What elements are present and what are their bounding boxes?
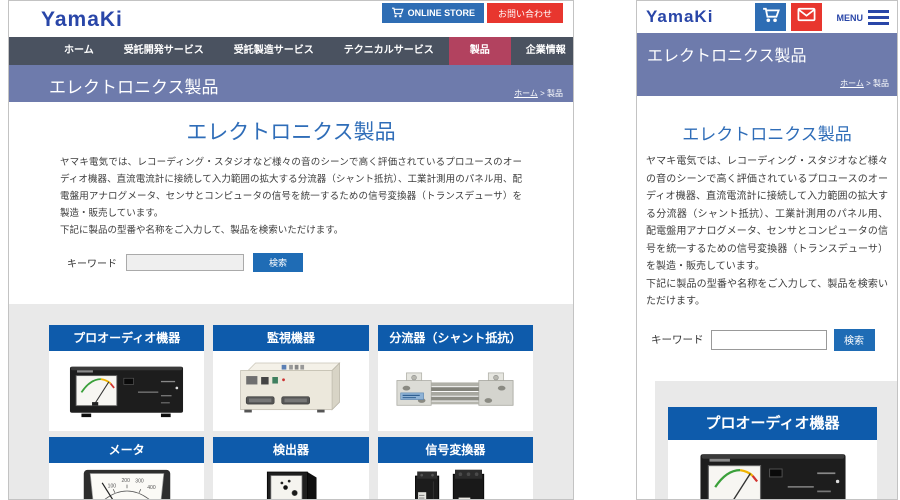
hamburger-icon xyxy=(868,10,889,25)
nav-item-development[interactable]: 受託開発サービス xyxy=(109,37,219,65)
product-link-pro-audio[interactable]: プロオーディオ機器 xyxy=(49,325,205,352)
breadcrumb-current: 製品 xyxy=(547,89,563,98)
intro-text: ヤマキ電気では、レコーディング・スタジオなど様々の音のシーンで高く評価されている… xyxy=(60,154,522,239)
svg-text:100: 100 xyxy=(107,484,116,490)
product-card-monitoring: 監視機器 xyxy=(213,325,369,432)
intro-paragraph-1: ヤマキ電気では、レコーディング・スタジオなど様々の音のシーンで高く評価されている… xyxy=(60,157,522,220)
logo[interactable]: YamaKi xyxy=(41,8,123,32)
product-link-shunt[interactable]: 分流器（シャント抵抗） xyxy=(377,325,533,352)
nav-item-company[interactable]: 企業情報 xyxy=(511,37,573,65)
product-image-pro-audio xyxy=(668,439,877,499)
product-link-monitoring[interactable]: 監視機器 xyxy=(213,325,369,352)
nav-item-products[interactable]: 製品 xyxy=(448,37,511,65)
keyword-label: キーワード xyxy=(651,334,704,346)
products-section: プロオーディオ機器 xyxy=(655,380,897,499)
contact-button[interactable]: お問い合わせ xyxy=(486,3,563,23)
products-section: プロオーディオ機器 xyxy=(9,304,573,499)
search-form: キーワード 検索 xyxy=(651,328,897,351)
product-image-meter: 100 200 300 400 mA xyxy=(49,463,205,499)
mobile-view: YamaKi MENU エレクトロニクス製品 ホーム > 製品 エレクトロニクス… xyxy=(636,0,898,500)
search-button[interactable]: 検索 xyxy=(253,253,303,273)
product-image-shunt xyxy=(377,351,533,432)
mail-button[interactable] xyxy=(791,3,822,31)
banner-title: エレクトロニクス製品 xyxy=(49,78,219,97)
product-link-converter[interactable]: 信号変換器 xyxy=(377,437,533,464)
product-card-detector: 検出器 xyxy=(213,437,369,499)
desktop-header: YamaKi ONLINE STORE お問い合わせ xyxy=(9,1,573,37)
logo[interactable]: YamaKi xyxy=(646,7,713,27)
product-card-pro-audio: プロオーディオ機器 xyxy=(49,325,205,432)
cart-icon xyxy=(762,7,780,28)
breadcrumb-separator: > xyxy=(540,89,545,98)
search-button[interactable]: 検索 xyxy=(833,328,875,351)
product-card-pro-audio: プロオーディオ機器 xyxy=(668,406,877,499)
product-image-pro-audio xyxy=(49,351,205,432)
mobile-header: YamaKi MENU xyxy=(637,1,897,33)
mail-icon xyxy=(797,7,816,27)
online-store-label: ONLINE STORE xyxy=(407,8,475,18)
banner-title: エレクトロニクス製品 xyxy=(647,48,807,65)
menu-button[interactable]: MENU xyxy=(836,10,889,25)
svg-text:200: 200 xyxy=(121,478,130,484)
intro-paragraph-1: ヤマキ電気では、レコーディング・スタジオなど様々の音のシーンで高く評価されている… xyxy=(646,156,888,272)
page-title: エレクトロニクス製品 xyxy=(186,121,396,144)
breadcrumb-separator: > xyxy=(866,79,871,88)
product-link-detector[interactable]: 検出器 xyxy=(213,437,369,464)
contact-label: お問い合わせ xyxy=(497,8,552,19)
product-card-converter: 信号変換器 xyxy=(377,437,533,499)
products-grid: プロオーディオ機器 監視機器 分流器（シャント抵抗） メータ 100 200 3… xyxy=(49,325,533,499)
search-form: キーワード 検索 xyxy=(67,253,573,273)
breadcrumb: ホーム > 製品 xyxy=(840,78,889,89)
product-card-shunt: 分流器（シャント抵抗） xyxy=(377,325,533,432)
main-nav: ホーム 受託開発サービス 受託製造サービス テクニカルサービス 製品 企業情報 … xyxy=(9,37,573,65)
screenshot-canvas: YamaKi ONLINE STORE お問い合わせ ホーム 受託開発サービス … xyxy=(0,0,900,500)
cart-icon xyxy=(391,7,404,20)
header-actions: ONLINE STORE お問い合わせ xyxy=(381,3,563,23)
breadcrumb-home-link[interactable]: ホーム xyxy=(840,79,864,88)
page-title: エレクトロニクス製品 xyxy=(682,125,852,144)
nav-item-home[interactable]: ホーム xyxy=(49,37,109,65)
page-banner: エレクトロニクス製品 ホーム > 製品 xyxy=(637,33,897,96)
cart-button[interactable] xyxy=(755,3,786,31)
breadcrumb-current: 製品 xyxy=(873,79,889,88)
search-input[interactable] xyxy=(126,254,244,272)
product-image-detector xyxy=(213,463,369,499)
nav-item-technical[interactable]: テクニカルサービス xyxy=(329,37,449,65)
breadcrumb-home-link[interactable]: ホーム xyxy=(514,89,538,98)
intro-text: ヤマキ電気では、レコーディング・スタジオなど様々の音のシーンで高く評価されている… xyxy=(637,153,897,311)
product-link-pro-audio[interactable]: プロオーディオ機器 xyxy=(668,406,877,440)
desktop-view: YamaKi ONLINE STORE お問い合わせ ホーム 受託開発サービス … xyxy=(8,0,574,500)
product-image-monitoring xyxy=(213,351,369,432)
svg-text:300: 300 xyxy=(135,479,144,485)
page-banner: エレクトロニクス製品 ホーム > 製品 xyxy=(9,65,573,102)
product-link-meter[interactable]: メータ xyxy=(49,437,205,464)
intro-paragraph-2: 下記に製品の型番や名称をご入力して、製品を検索いただけます。 xyxy=(646,278,888,308)
search-input[interactable] xyxy=(710,329,827,350)
online-store-button[interactable]: ONLINE STORE xyxy=(381,3,484,23)
product-image-converter xyxy=(377,463,533,499)
product-card-meter: メータ 100 200 300 400 xyxy=(49,437,205,499)
keyword-label: キーワード xyxy=(67,259,117,271)
nav-item-manufacturing[interactable]: 受託製造サービス xyxy=(219,37,329,65)
intro-paragraph-2: 下記に製品の型番や名称をご入力して、製品を検索いただけます。 xyxy=(60,225,344,237)
svg-text:400: 400 xyxy=(147,486,156,492)
menu-label: MENU xyxy=(836,12,864,23)
breadcrumb: ホーム > 製品 xyxy=(514,88,563,99)
